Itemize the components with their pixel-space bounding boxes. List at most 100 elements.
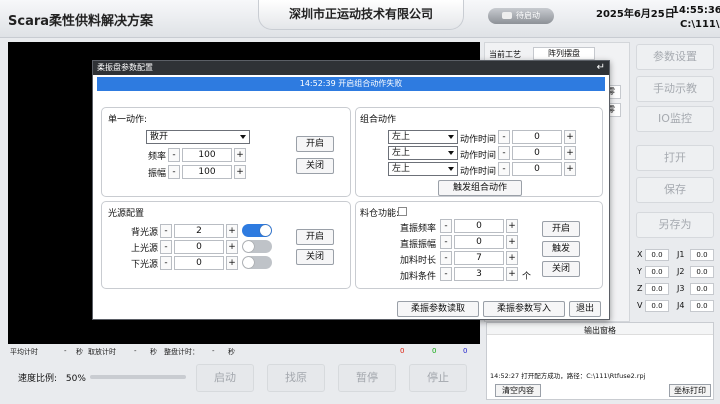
- combo-row-3-decrement-button[interactable]: -: [498, 162, 510, 176]
- single-action-title: 单一动作:: [108, 112, 147, 125]
- write-params-button[interactable]: 柔振参数写入: [483, 301, 565, 317]
- process-label: 当前工艺: [489, 49, 521, 60]
- feed-duration-increment-button[interactable]: +: [506, 251, 518, 265]
- backlight-decrement-button[interactable]: -: [160, 224, 172, 238]
- bottomlight-toggle[interactable]: [242, 256, 272, 269]
- io-monitor-button[interactable]: IO监控: [636, 106, 714, 132]
- speed-ratio-label: 速度比例:: [18, 374, 57, 384]
- single-action-mode-value: 散开: [150, 132, 168, 142]
- direct-freq-value[interactable]: 0: [454, 219, 504, 233]
- home-button[interactable]: 找原: [267, 364, 325, 392]
- amp-label: 振幅: [132, 166, 166, 179]
- count-blue: 0: [463, 347, 467, 355]
- clear-output-button[interactable]: 清空内容: [495, 384, 541, 397]
- combo-row-2-direction-dropdown[interactable]: 左上: [388, 146, 458, 160]
- exit-button[interactable]: 退出: [569, 301, 601, 317]
- company-name: 深圳市正运动技术有限公司: [258, 0, 464, 30]
- coord-print-button[interactable]: 坐标打印: [669, 384, 711, 397]
- bin-trigger-button[interactable]: 触发: [542, 241, 580, 257]
- backlight-toggle[interactable]: [242, 224, 272, 237]
- output-log-line: 14:52:27 打开配方成功，路径：C:\111\Rtfuse2.rpj: [490, 370, 645, 380]
- count-red: 0: [400, 347, 404, 355]
- direct-amp-value[interactable]: 0: [454, 235, 504, 249]
- open-button[interactable]: 打开: [636, 145, 714, 171]
- amp-increment-button[interactable]: +: [234, 165, 246, 179]
- stop-button[interactable]: 停止: [409, 364, 467, 392]
- toplight-decrement-button[interactable]: -: [160, 240, 172, 254]
- coord-v-label: V: [637, 301, 642, 310]
- bottomlight-decrement-button[interactable]: -: [160, 256, 172, 270]
- bin-function-checkbox[interactable]: [398, 207, 407, 216]
- count-green: 0: [432, 347, 436, 355]
- manual-teach-button[interactable]: 手动示教: [636, 76, 714, 102]
- pick-time-value: -: [134, 347, 137, 355]
- combo-row-1-direction-dropdown[interactable]: 左上: [388, 130, 458, 144]
- time-display: 14:55:36: [672, 5, 720, 16]
- combo-row-3-direction-dropdown[interactable]: 左上: [388, 162, 458, 176]
- chevron-down-icon: [448, 167, 454, 171]
- coord-j4-label: J4: [677, 301, 684, 310]
- toplight-value[interactable]: 0: [174, 240, 224, 254]
- start-button[interactable]: 启动: [196, 364, 254, 392]
- combo-row-1-increment-button[interactable]: +: [564, 130, 576, 144]
- pause-button[interactable]: 暂停: [338, 364, 396, 392]
- save-button[interactable]: 保存: [636, 177, 714, 203]
- feed-condition-increment-button[interactable]: +: [506, 267, 518, 281]
- bottomlight-value[interactable]: 0: [174, 256, 224, 270]
- toplight-toggle[interactable]: [242, 240, 272, 253]
- trigger-combo-button[interactable]: 触发组合动作: [438, 180, 522, 196]
- avg-time-label: 平均计时: [10, 347, 38, 357]
- process-value: 阵列摆盘: [533, 47, 595, 60]
- single-action-mode-dropdown[interactable]: 散开: [146, 130, 250, 144]
- coord-x-label: X: [637, 250, 642, 259]
- combo-row-2-increment-button[interactable]: +: [564, 146, 576, 160]
- bottomlight-increment-button[interactable]: +: [226, 256, 238, 270]
- speed-ratio: 速度比例: 50%: [18, 371, 86, 384]
- amp-decrement-button[interactable]: -: [168, 165, 180, 179]
- freq-decrement-button[interactable]: -: [168, 148, 180, 162]
- feed-condition-value[interactable]: 3: [454, 267, 504, 281]
- direct-freq-decrement-button[interactable]: -: [440, 219, 452, 233]
- combo-row-1-decrement-button[interactable]: -: [498, 130, 510, 144]
- combo-row-1-label: 动作时间: [460, 132, 496, 145]
- single-action-open-button[interactable]: 开启: [296, 136, 334, 152]
- light-close-button[interactable]: 关闭: [296, 249, 334, 265]
- single-action-close-button[interactable]: 关闭: [296, 158, 334, 174]
- combo-row-2-value[interactable]: 0: [512, 146, 562, 160]
- output-title: 输出窗格: [487, 323, 713, 335]
- combo-row-3-increment-button[interactable]: +: [564, 162, 576, 176]
- feed-duration-value[interactable]: 7: [454, 251, 504, 265]
- speed-slider[interactable]: [90, 375, 186, 379]
- dialog-title: 柔振盘参数配置: [97, 63, 153, 72]
- bin-close-button[interactable]: 关闭: [542, 261, 580, 277]
- save-as-button[interactable]: 另存为: [636, 212, 714, 238]
- standby-button[interactable]: 待启动: [488, 8, 554, 24]
- coord-v-value: 0.0: [645, 300, 669, 312]
- read-params-button[interactable]: 柔振参数读取: [397, 301, 479, 317]
- backlight-increment-button[interactable]: +: [226, 224, 238, 238]
- direct-freq-increment-button[interactable]: +: [506, 219, 518, 233]
- freq-increment-button[interactable]: +: [234, 148, 246, 162]
- coord-j3-value: 0.0: [690, 283, 714, 295]
- feed-condition-decrement-button[interactable]: -: [440, 267, 452, 281]
- coord-y-value: 0.0: [645, 266, 669, 278]
- dialog-close-icon[interactable]: ↵: [597, 61, 605, 75]
- light-open-button[interactable]: 开启: [296, 229, 334, 245]
- dialog-titlebar: 柔振盘参数配置 ↵: [93, 61, 609, 75]
- combo-row-1-value[interactable]: 0: [512, 130, 562, 144]
- feed-duration-decrement-button[interactable]: -: [440, 251, 452, 265]
- amp-value[interactable]: 100: [182, 165, 232, 179]
- coord-z-value: 0.0: [645, 283, 669, 295]
- direct-amp-increment-button[interactable]: +: [506, 235, 518, 249]
- bin-open-button[interactable]: 开启: [542, 221, 580, 237]
- combo-row-2-decrement-button[interactable]: -: [498, 146, 510, 160]
- app-title: Scara柔性供料解决方案: [8, 10, 153, 29]
- bin-function-group: 料仓功能: 直振频率 - 0 + 直振振幅 - 0 + 加料时长 - 7 + 加…: [355, 201, 603, 289]
- direct-amp-decrement-button[interactable]: -: [440, 235, 452, 249]
- freq-value[interactable]: 100: [182, 148, 232, 162]
- combo-row-3-value[interactable]: 0: [512, 162, 562, 176]
- toplight-increment-button[interactable]: +: [226, 240, 238, 254]
- param-settings-button[interactable]: 参数设置: [636, 44, 714, 70]
- direct-freq-label: 直振频率: [386, 221, 436, 234]
- backlight-value[interactable]: 2: [174, 224, 224, 238]
